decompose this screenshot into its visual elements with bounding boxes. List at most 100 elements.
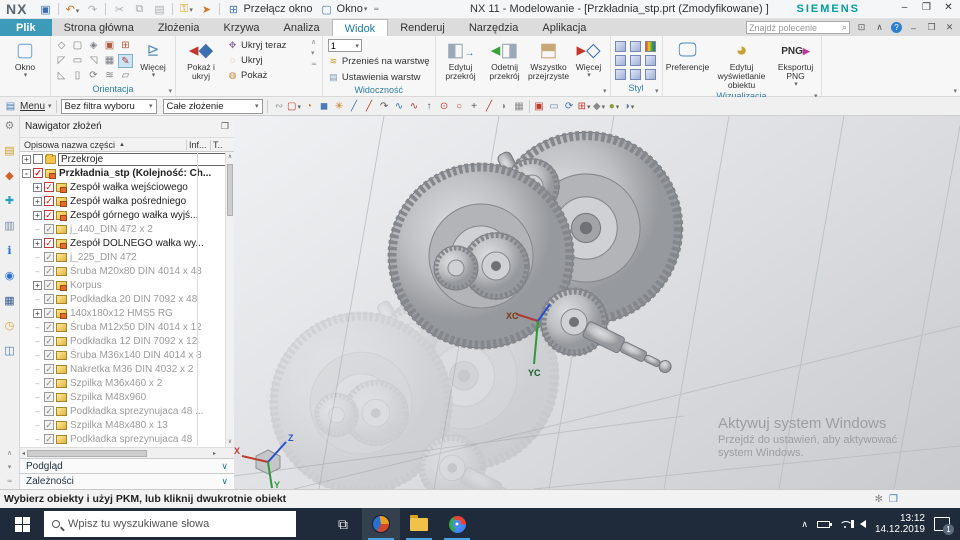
view-orient-icon-6[interactable]: ▭ <box>70 54 85 68</box>
iso-view-icon[interactable]: ◆▾ <box>592 101 607 112</box>
section-zaleznosci[interactable]: Zależności ∨ <box>20 473 234 489</box>
tree-row-0[interactable]: +✓ Przekroje <box>20 152 225 166</box>
action-center-button[interactable]: 1 <box>934 517 954 535</box>
przekroj-wiecej-button[interactable]: ▸◇ Więcej ▾ <box>571 38 607 80</box>
tree-row-7[interactable]: – ✓ j_225_DIN 472 <box>20 250 225 264</box>
selection-scope-combo[interactable]: Całe złożenie ▾ <box>162 98 263 114</box>
tab-plik[interactable]: Plik <box>0 19 52 36</box>
start-button[interactable] <box>0 508 44 540</box>
key-icon[interactable]: ⚿▾ <box>178 3 194 16</box>
visibility-checkbox[interactable]: ✓ <box>44 266 54 276</box>
visibility-checkbox[interactable]: ✓ <box>44 294 54 304</box>
tree-row-20[interactable]: – ✓ Podkładka sprezynujaca 48 <box>20 432 225 446</box>
wifi-icon[interactable] <box>839 521 851 528</box>
doc-minimize-icon[interactable]: – <box>907 23 920 33</box>
hide-list-item-1[interactable]: ◌ Ukryj <box>227 53 305 67</box>
eksportuj-png-button[interactable]: PNG▶ Eksportuj PNG ▾ <box>774 38 818 89</box>
tab-krzywa[interactable]: Krzywa <box>211 19 271 36</box>
view-orient-icon-13[interactable]: ≋ <box>102 69 117 83</box>
render-style-icon-2[interactable] <box>644 41 656 52</box>
tree-row-8[interactable]: – ✓ Śruba M20x80 DIN 4014 x 48 <box>20 264 225 278</box>
render-style-icon-5[interactable] <box>644 55 656 66</box>
paste-icon[interactable]: ▤ <box>151 3 167 16</box>
spline-icon[interactable]: ∿ <box>392 101 407 112</box>
undock-icon[interactable]: ❐ <box>221 121 229 132</box>
tree-row-15[interactable]: – ✓ Nakretka M36 DIN 4032 x 2 <box>20 362 225 376</box>
dependency-status-icon[interactable]: ✻ <box>875 494 883 505</box>
tray-expand-icon[interactable]: ∧ <box>801 519 808 530</box>
tree-row-6[interactable]: + ✓ Zespół DOLNEGO wałka wy... <box>20 236 225 250</box>
view-orient-icon-4[interactable]: ⊞ <box>118 39 133 53</box>
tree-row-3[interactable]: + ✓ Zespół wałka pośredniego <box>20 194 225 208</box>
tab-strona-główna[interactable]: Strona główna <box>52 19 146 36</box>
view-orient-icon-9[interactable]: ✎ <box>118 54 133 68</box>
tab-złożenia[interactable]: Złożenia <box>146 19 212 36</box>
line-endpoint-icon[interactable]: ╱ <box>362 101 377 112</box>
tree-row-18[interactable]: – ✓ Podkładka sprezynujaca 48 ... <box>20 404 225 418</box>
plus-icon[interactable]: + <box>467 101 482 112</box>
edytuj-przekroj-button[interactable]: ◧→ Edytuj przekrój <box>439 38 483 81</box>
gear-icon[interactable]: ⚙ <box>5 120 15 132</box>
work-cube-icon[interactable]: ◼ <box>317 101 332 112</box>
scroll-right-icon[interactable]: ▸ <box>213 450 216 457</box>
hide-list-item-2[interactable]: ◍ Pokaż <box>227 68 305 82</box>
mesh-icon[interactable]: ▦ <box>512 101 527 112</box>
switch-window-button[interactable]: Przełącz okno <box>243 3 312 15</box>
vector-icon[interactable]: ↑ <box>422 101 437 112</box>
column-t[interactable]: T.. <box>210 139 226 150</box>
fullscreen-icon[interactable]: ⊡ <box>855 22 868 33</box>
clip-icon[interactable]: ◑▾ <box>622 101 637 112</box>
tree-row-12[interactable]: – ✓ Śruba M12x50 DIN 4014 x 12 <box>20 320 225 334</box>
taskbar-clock[interactable]: 13:12 14.12.2019 <box>875 513 925 536</box>
expander-icon[interactable]: + <box>22 154 31 164</box>
visibility-checkbox[interactable]: ✓ <box>44 196 54 206</box>
tree-row-10[interactable]: – ✓ Podkładka 20 DIN 7092 x 48 <box>20 292 225 306</box>
arc-icon[interactable]: ↷ <box>377 101 392 112</box>
scrollbar-thumb[interactable] <box>227 164 233 216</box>
layer-settings-button[interactable]: ▤ Ustawienia warstw <box>328 70 430 84</box>
window-status-icon[interactable]: ❐ <box>889 494 898 505</box>
chevron-down-icon[interactable]: ▾ <box>364 5 368 13</box>
point-circle-icon[interactable]: ⊙ <box>437 101 452 112</box>
visibility-checkbox[interactable]: ✓ <box>44 392 54 402</box>
visibility-checkbox[interactable]: ✓ <box>33 154 43 164</box>
circle-icon[interactable]: ○ <box>452 101 467 112</box>
visibility-checkbox[interactable]: ✓ <box>44 322 54 332</box>
okno-button[interactable]: ▢ Okno ▾ <box>3 38 47 80</box>
move-to-layer-button[interactable]: ≋ Przenieś na warstwę <box>328 54 430 68</box>
constraint-navigator-icon[interactable]: ◆ <box>5 170 13 182</box>
resource-bar-arrows[interactable]: ∧ ▾ ≂ <box>7 449 13 485</box>
line-icon[interactable]: ╱ <box>347 101 362 112</box>
doc-restore-icon[interactable]: ❐ <box>925 22 938 33</box>
tree-row-4[interactable]: + ✓ Zespół górnego wałka wyjś... <box>20 208 225 222</box>
view-orient-icon-3[interactable]: ▣ <box>102 39 117 53</box>
expander-icon[interactable]: + <box>33 308 42 318</box>
view-orient-icon-10[interactable]: ◺ <box>54 69 69 83</box>
task-view-button[interactable]: ⧉ <box>324 508 362 540</box>
view-orient-icon-12[interactable]: ⟳ <box>86 69 101 83</box>
slash-icon[interactable]: ╱ <box>482 101 497 112</box>
tree-row-16[interactable]: – ✓ Szpilka M36x460 x 2 <box>20 376 225 390</box>
view-orient-icon-8[interactable]: ▦ <box>102 54 117 68</box>
visibility-checkbox[interactable]: ✓ <box>44 434 54 444</box>
tree-row-9[interactable]: + ✓ Korpus <box>20 278 225 292</box>
visibility-checkbox[interactable]: ✓ <box>44 182 54 192</box>
tree-row-19[interactable]: – ✓ Szpilka M48x480 x 13 <box>20 418 225 432</box>
tab-renderuj[interactable]: Renderuj <box>388 19 457 36</box>
render-style-icon-7[interactable] <box>629 69 641 80</box>
tree-row-14[interactable]: – ✓ Śruba M36x140 DIN 4014 x 8 <box>20 348 225 362</box>
expander-icon[interactable]: + <box>33 182 42 192</box>
view-orient-icon-14[interactable]: ▱ <box>118 69 133 83</box>
expander-icon[interactable]: - <box>22 168 31 178</box>
work-layer-combo[interactable]: 1 ▾ <box>327 39 362 52</box>
orientacja-wiecej-button[interactable]: ⊵ Więcej ▾ <box>134 38 172 80</box>
render-style-icon-6[interactable] <box>614 69 626 80</box>
render-style-icon-4[interactable] <box>629 55 641 66</box>
curve-icon[interactable]: ∿ <box>407 101 422 112</box>
scrollbar-thumb[interactable] <box>27 449 148 457</box>
window-menu-button[interactable]: Okno <box>337 3 363 15</box>
wszystko-przejrzyste-button[interactable]: ⬒ Wszystko przejrzyste <box>527 38 571 81</box>
save-icon[interactable]: ▣ <box>37 3 53 16</box>
visibility-checkbox[interactable]: ✓ <box>44 378 54 388</box>
pokaz-i-ukryj-button[interactable]: ◂◆ Pokaż i ukryj <box>179 38 223 81</box>
